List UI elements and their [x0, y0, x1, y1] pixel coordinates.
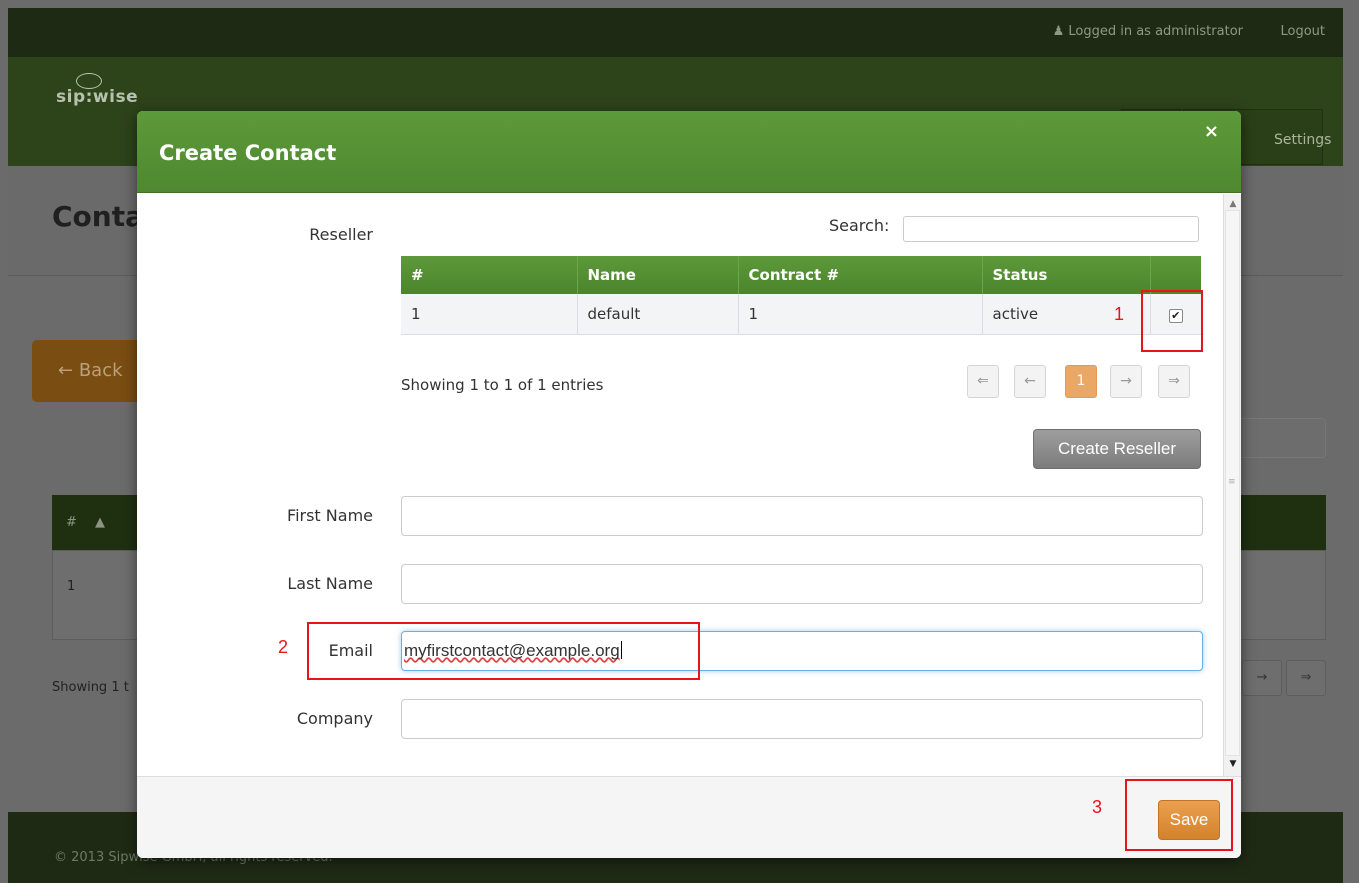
background-showing-text: Showing 1 t: [52, 680, 129, 695]
table-header-row: # Name Contract # Status: [401, 256, 1201, 294]
chat-bubble-icon: [76, 73, 102, 89]
column-header-select: [1150, 256, 1201, 294]
pager-prev-button[interactable]: ←: [1014, 365, 1046, 398]
annotation-number-2: 2: [278, 637, 289, 657]
modal-title: Create Contact: [159, 141, 337, 165]
first-name-field[interactable]: [401, 496, 1203, 536]
first-name-label: First Name: [287, 506, 373, 525]
showing-entries-text: Showing 1 to 1 of 1 entries: [401, 376, 604, 394]
table-row[interactable]: 1 default 1 active ✔: [401, 294, 1201, 335]
pager-last-button[interactable]: ⇒: [1158, 365, 1190, 398]
annotation-box-save: [1125, 779, 1233, 851]
column-header-contract[interactable]: Contract #: [738, 256, 983, 294]
modal-footer: Save: [137, 776, 1241, 858]
sort-up-icon: ▲: [95, 515, 106, 530]
pager-next-button[interactable]: →: [1110, 365, 1142, 398]
annotation-number-1: 1: [1114, 304, 1125, 324]
modal-body: Reseller Search: # Name Contract # Statu…: [137, 194, 1241, 776]
company-field[interactable]: [401, 699, 1203, 739]
close-icon[interactable]: ×: [1204, 121, 1219, 142]
pager-first-button[interactable]: ⇐: [967, 365, 999, 398]
background-pager-next[interactable]: →: [1242, 660, 1282, 696]
user-icon: ♟: [1052, 24, 1065, 39]
background-pager-last[interactable]: ⇒: [1286, 660, 1326, 696]
last-name-label: Last Name: [287, 574, 373, 593]
cell-contract: 1: [738, 294, 983, 335]
column-header-name[interactable]: Name: [577, 256, 739, 294]
last-name-field[interactable]: [401, 564, 1203, 604]
company-label: Company: [296, 709, 373, 728]
create-reseller-button[interactable]: Create Reseller: [1033, 429, 1201, 469]
annotation-box-email: [307, 622, 700, 680]
reseller-label: Reseller: [309, 225, 373, 244]
page-title: Conta: [52, 200, 144, 233]
top-navbar: ♟ Logged in as administrator Logout: [8, 8, 1343, 56]
annotation-number-3: 3: [1092, 797, 1103, 817]
column-header-status[interactable]: Status: [982, 256, 1151, 294]
scroll-up-arrow-icon[interactable]: ▲: [1227, 198, 1239, 210]
arrow-left-icon: ←: [58, 360, 74, 381]
scroll-down-arrow-icon[interactable]: ▼: [1227, 758, 1239, 770]
create-contact-modal: Create Contact × Reseller Search: # Name…: [137, 111, 1241, 858]
cell-id: 1: [401, 294, 578, 335]
sipwise-logo: sip:wise: [56, 73, 138, 107]
annotation-box-checkbox: [1141, 290, 1203, 352]
column-header-id[interactable]: #: [401, 256, 578, 294]
pager-page-1[interactable]: 1: [1065, 365, 1097, 398]
modal-header: Create Contact ×: [137, 111, 1241, 193]
cell-name: default: [577, 294, 739, 335]
cell-status: active: [982, 294, 1151, 335]
logged-in-text: ♟ Logged in as administrator: [1052, 24, 1243, 39]
logout-link[interactable]: Logout: [1280, 24, 1325, 39]
reseller-search-input[interactable]: [903, 216, 1199, 242]
reseller-table: # Name Contract # Status 1 default 1 act…: [401, 256, 1201, 335]
scroll-grip-icon: ≡: [1228, 477, 1236, 487]
search-label: Search:: [829, 216, 890, 235]
modal-scrollbar[interactable]: ▲ ≡ ▼: [1223, 194, 1241, 776]
